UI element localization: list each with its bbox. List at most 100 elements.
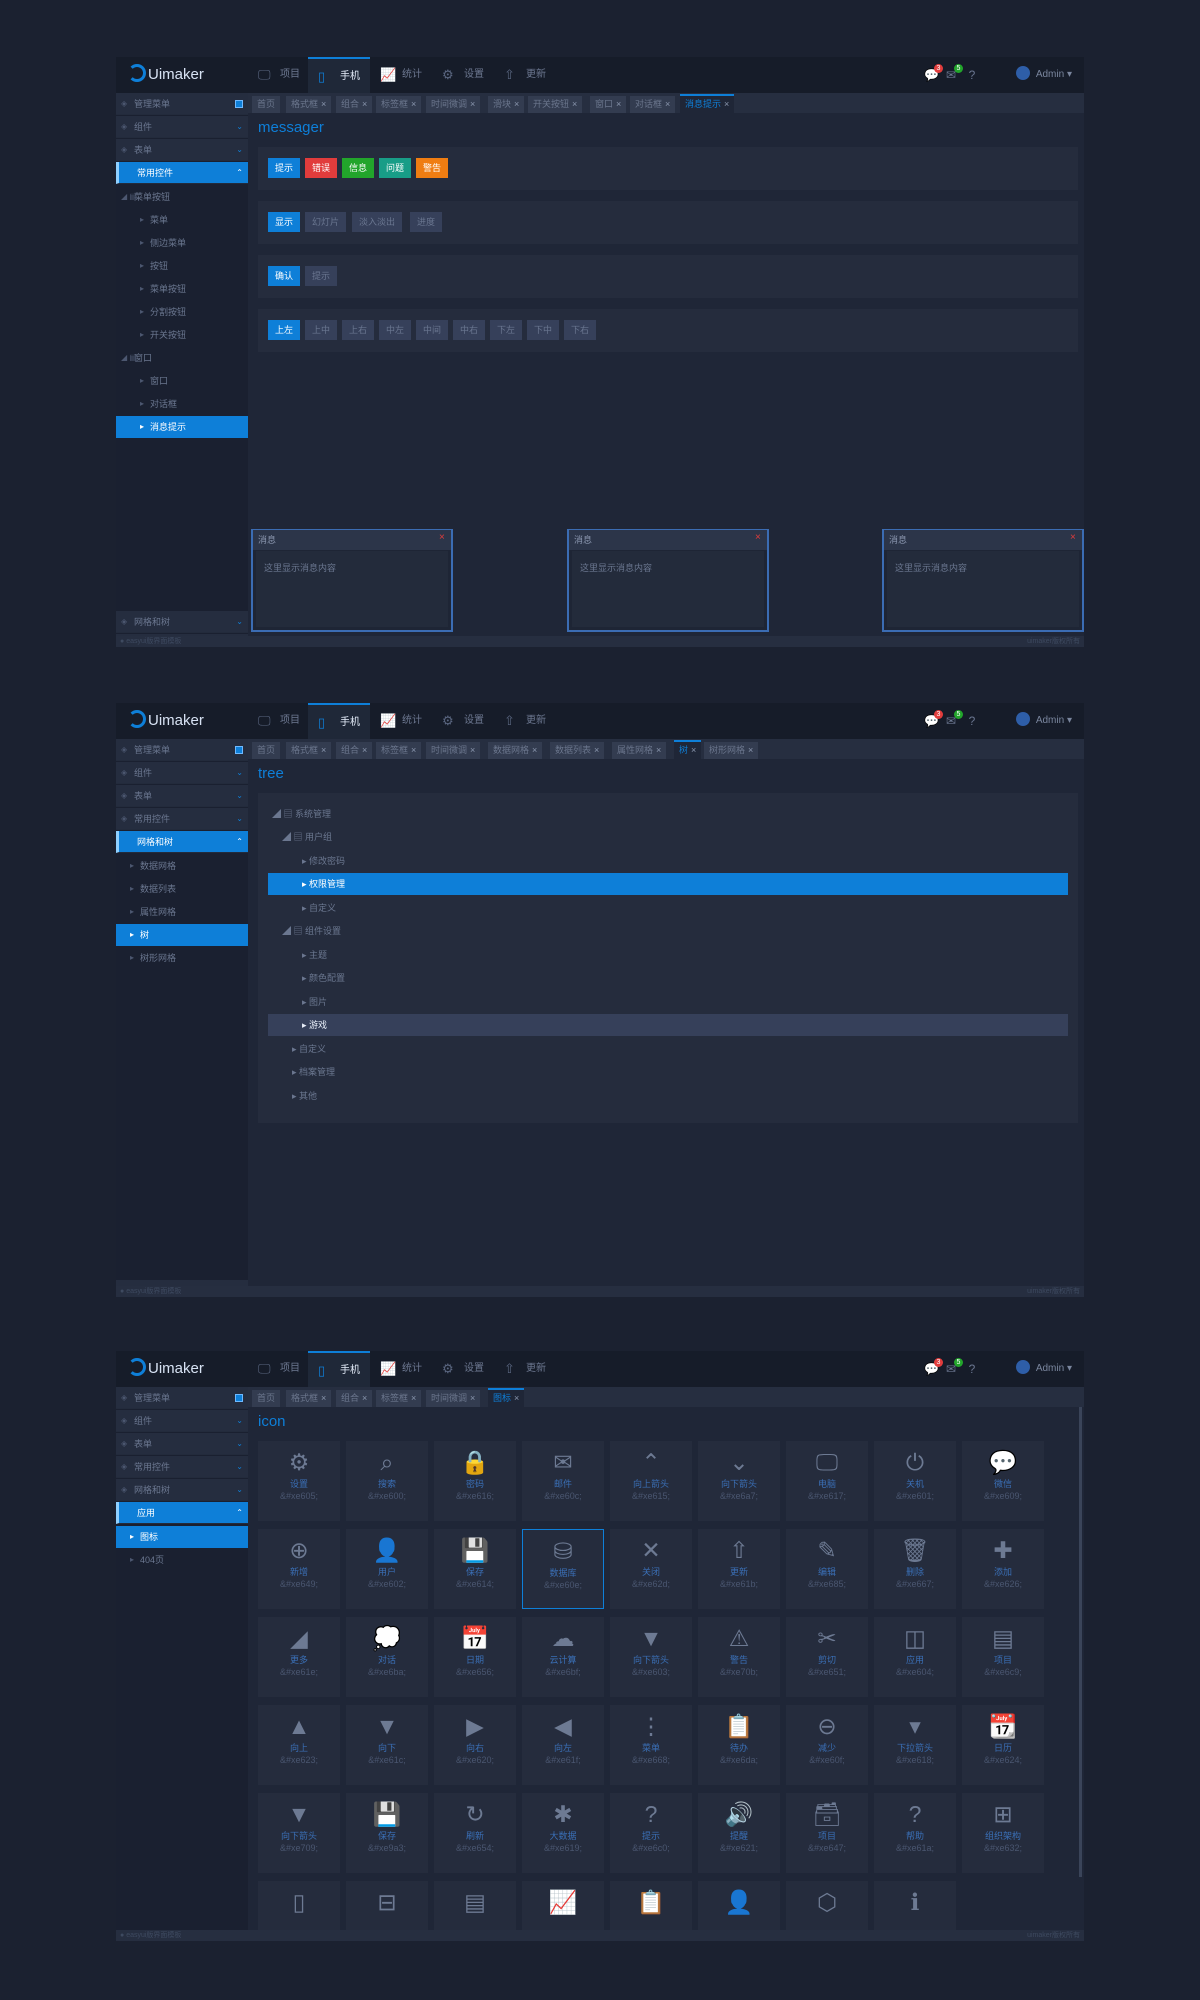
icon-tile[interactable]: ▲ 向上 &#xe623;	[258, 1705, 340, 1785]
sidebar-item-window-group[interactable]: ◢ ▤ 窗口	[116, 347, 248, 369]
sidebar-item-treegrid[interactable]: ▸ 树形网格	[116, 947, 248, 969]
tab-combo[interactable]: 组合 ×	[336, 96, 373, 113]
sidebar-header-grid-tree[interactable]: 网格和树 ⌃	[116, 831, 248, 853]
prompt-button[interactable]: 提示	[305, 266, 338, 286]
icon-tile[interactable]: ◀ 向左 &#xe61f;	[522, 1705, 604, 1785]
sidebar-header-components[interactable]: ◈ 组件 ⌄	[116, 1410, 248, 1432]
icon-tile[interactable]: 🖵 电脑 &#xe617;	[786, 1441, 868, 1521]
icon-tile[interactable]: 📆 日历 &#xe624;	[962, 1705, 1044, 1785]
tab-slider[interactable]: 滑块 ×	[488, 96, 525, 113]
tree-node-change-password[interactable]: ▸ 修改密码	[268, 850, 1068, 872]
icon-tile[interactable]: 💭 对话 &#xe6ba;	[346, 1617, 428, 1697]
icon-tile[interactable]: ⛁ 数据库 &#xe60e;	[522, 1529, 604, 1609]
slide-button[interactable]: 幻灯片	[305, 212, 347, 232]
pos-top-center-button[interactable]: 上中	[305, 320, 338, 340]
pos-middle-right-button[interactable]: 中右	[453, 320, 486, 340]
sidebar-item-window[interactable]: ▸ 窗口	[116, 370, 248, 392]
show-button[interactable]: 显示	[268, 212, 301, 232]
icon-tile[interactable]: ✎ 编辑 &#xe685;	[786, 1529, 868, 1609]
error-button[interactable]: 错误	[305, 158, 338, 178]
pos-bottom-center-button[interactable]: 下中	[527, 320, 560, 340]
sidebar-item-menu[interactable]: ▸ 菜单	[116, 209, 248, 231]
help-icon[interactable]: ?	[965, 714, 979, 728]
icon-tile[interactable]: ⋮ 菜单 &#xe668;	[610, 1705, 692, 1785]
message-window[interactable]: 消息 × 这里显示消息内容	[251, 529, 453, 632]
sidebar-item-datagrid[interactable]: ▸ 数据网格	[116, 855, 248, 877]
icon-tile[interactable]: 💬 微信 &#xe609;	[962, 1441, 1044, 1521]
pos-middle-left-button[interactable]: 中左	[379, 320, 412, 340]
message-icon[interactable]: 💬 3	[924, 64, 943, 82]
sidebar-item-switch-button[interactable]: ▸ 开关按钮	[116, 324, 248, 346]
tab-window[interactable]: 窗口 ×	[590, 96, 627, 113]
tab-home[interactable]: 首页	[252, 742, 281, 759]
sidebar-item-icons[interactable]: ▸ 图标	[116, 1526, 248, 1548]
tab-format[interactable]: 格式框 ×	[286, 96, 332, 113]
sidebar-header-components[interactable]: ◈ 组件 ⌄	[116, 762, 248, 784]
nav-tab-projects[interactable]: 🖵 项目	[248, 1351, 308, 1387]
tree-node-custom[interactable]: ▸ 自定义	[268, 897, 1068, 919]
user-menu[interactable]: Admin ▾	[1015, 703, 1072, 739]
tab-tree[interactable]: 树 ×	[674, 740, 702, 759]
sidebar-header-forms[interactable]: ◈ 表单 ⌄	[116, 785, 248, 807]
tab-home[interactable]: 首页	[252, 96, 281, 113]
pos-bottom-left-button[interactable]: 下左	[490, 320, 523, 340]
icon-tile[interactable]: 🔊 提醒 &#xe621;	[698, 1793, 780, 1873]
sidebar-item-propertygrid[interactable]: ▸ 属性网格	[116, 901, 248, 923]
user-menu[interactable]: Admin ▾	[1015, 1351, 1072, 1387]
nav-tab-projects[interactable]: 🖵 项目	[248, 703, 308, 739]
sidebar-header-apps[interactable]: 应用 ⌃	[116, 1502, 248, 1524]
icon-tile[interactable]: ↻ 刷新 &#xe654;	[434, 1793, 516, 1873]
tree-node-component-settings[interactable]: ◢ ▤ 组件设置	[268, 920, 1068, 942]
nav-tab-stats[interactable]: 📈 统计	[370, 703, 432, 739]
tree-node-colors[interactable]: ▸ 颜色配置	[268, 967, 1068, 989]
icon-tile[interactable]: ✕ 关闭 &#xe62d;	[610, 1529, 692, 1609]
sidebar-item-dialog[interactable]: ▸ 对话框	[116, 393, 248, 415]
tab-icons[interactable]: 图标 ×	[488, 1388, 525, 1407]
icon-tile[interactable]: 🗃 项目 &#xe647;	[786, 1793, 868, 1873]
pos-top-right-button[interactable]: 上右	[342, 320, 375, 340]
sidebar-header-admin-menu[interactable]: ◈ 管理菜单	[116, 1387, 248, 1409]
icon-tile[interactable]: ⌄ 向下箭头 &#xe6a7;	[698, 1441, 780, 1521]
nav-tab-stats[interactable]: 📈 统计	[370, 1351, 432, 1387]
sidebar-item-tree[interactable]: ▸ 树	[116, 924, 248, 946]
icon-tile[interactable]: ▼ 向下箭头 &#xe603;	[610, 1617, 692, 1697]
nav-tab-stats[interactable]: 📈 统计	[370, 57, 432, 93]
icon-tile[interactable]: ✉ 邮件 &#xe60c;	[522, 1441, 604, 1521]
icon-tile[interactable]: ◫ 应用 &#xe604;	[874, 1617, 956, 1697]
sidebar-item-button[interactable]: ▸ 按钮	[116, 255, 248, 277]
message-icon[interactable]: 💬 3	[924, 1358, 943, 1376]
sidebar-item-menu-button[interactable]: ▸ 菜单按钮	[116, 278, 248, 300]
message-window[interactable]: 消息 × 这里显示消息内容	[567, 529, 769, 632]
close-icon[interactable]: ×	[439, 533, 447, 543]
tab-format[interactable]: 格式框 ×	[286, 742, 332, 759]
tab-combo[interactable]: 组合 ×	[336, 1390, 373, 1407]
tab-time-spinner[interactable]: 时间微调 ×	[426, 742, 481, 759]
information-button[interactable]: 信息	[342, 158, 375, 178]
icon-tile[interactable]: ⚙ 设置 &#xe605;	[258, 1441, 340, 1521]
tab-tags[interactable]: 标签框 ×	[376, 742, 422, 759]
tab-dialog[interactable]: 对话框 ×	[630, 96, 676, 113]
pos-center-button[interactable]: 中间	[416, 320, 449, 340]
tree-node-other[interactable]: ▸ 其他	[268, 1085, 1068, 1107]
nav-tab-mobile[interactable]: ▯ 手机	[308, 703, 370, 739]
nav-tab-settings[interactable]: ⚙ 设置	[432, 1351, 494, 1387]
confirm-button[interactable]: 确认	[268, 266, 301, 286]
icon-tile[interactable]: ▼ 向下 &#xe61c;	[346, 1705, 428, 1785]
icon-tile[interactable]: ✱ 大数据 &#xe619;	[522, 1793, 604, 1873]
icon-tile[interactable]: ▼ 向下箭头 &#xe709;	[258, 1793, 340, 1873]
nav-tab-mobile[interactable]: ▯ 手机	[308, 57, 370, 93]
sidebar-header-admin-menu[interactable]: ◈ 管理菜单	[116, 739, 248, 761]
tree-node-games[interactable]: ▸ 游戏	[268, 1014, 1068, 1036]
icon-tile[interactable]: ⏻ 关机 &#xe601;	[874, 1441, 956, 1521]
sidebar-item-split-button[interactable]: ▸ 分割按钮	[116, 301, 248, 323]
question-button[interactable]: 问题	[379, 158, 412, 178]
pos-bottom-right-button[interactable]: 下右	[564, 320, 597, 340]
tab-combo[interactable]: 组合 ×	[336, 742, 373, 759]
tree-node-theme[interactable]: ▸ 主题	[268, 944, 1068, 966]
nav-tab-update[interactable]: ⇧ 更新	[494, 703, 556, 739]
nav-tab-mobile[interactable]: ▯ 手机	[308, 1351, 370, 1387]
tab-time-spinner[interactable]: 时间微调 ×	[426, 96, 481, 113]
icon-tile[interactable]: 💾 保存 &#xe614;	[434, 1529, 516, 1609]
icon-tile[interactable]: 🗑 删除 &#xe667;	[874, 1529, 956, 1609]
sidebar-header-admin-menu[interactable]: ◈ 管理菜单	[116, 93, 248, 115]
